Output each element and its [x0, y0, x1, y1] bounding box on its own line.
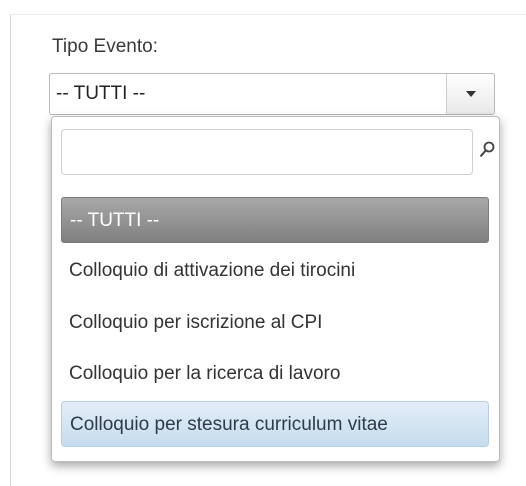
option-ricerca-lavoro[interactable]: Colloquio per la ricerca di lavoro — [61, 351, 489, 397]
option-stesura-curriculum[interactable]: Colloquio per stesura curriculum vitae — [61, 401, 489, 447]
option-iscrizione-cpi[interactable]: Colloquio per iscrizione al CPI — [61, 300, 489, 346]
select-current-value: -- TUTTI -- — [56, 83, 146, 104]
option-tutti[interactable]: -- TUTTI -- — [61, 197, 489, 243]
page: Tipo Evento: -- TUTTI -- -- TUTTI -- Col… — [0, 0, 526, 486]
panel-top-border — [10, 14, 526, 15]
dropdown-list: -- TUTTI -- Colloquio di attivazione dei… — [51, 116, 500, 462]
dropdown-toggle-button[interactable] — [446, 74, 494, 114]
panel-left-border — [10, 14, 11, 486]
tipo-evento-select[interactable]: -- TUTTI -- — [49, 73, 495, 115]
chevron-down-icon — [466, 91, 476, 97]
dropdown-search-input[interactable] — [61, 129, 473, 175]
option-attivazione-tirocini[interactable]: Colloquio di attivazione dei tirocini — [61, 248, 489, 294]
search-icon[interactable] — [479, 141, 495, 159]
tipo-evento-label: Tipo Evento: — [52, 36, 158, 57]
